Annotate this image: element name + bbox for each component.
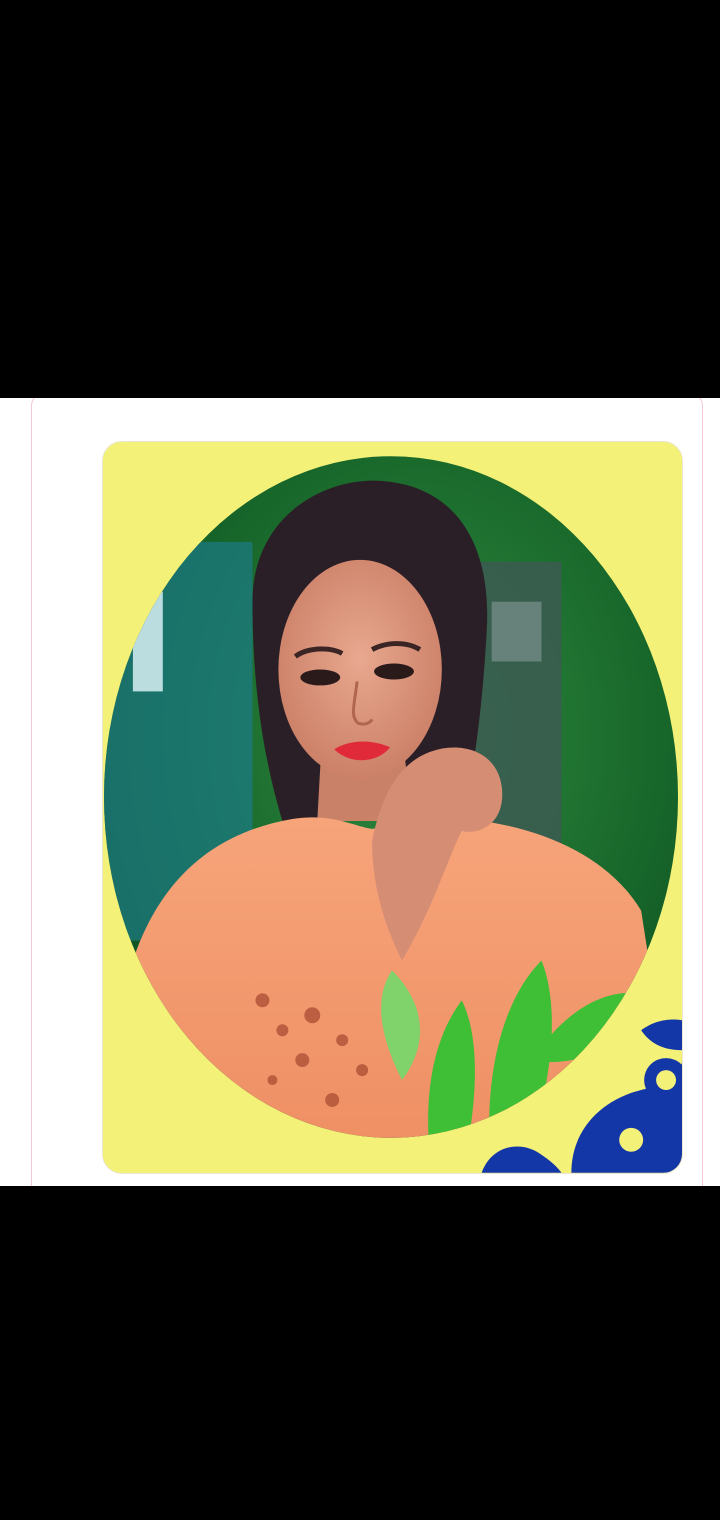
image-viewer [0,0,720,1520]
profile-photo[interactable] [102,441,683,1174]
portrait-image [103,442,682,1173]
content-area [0,398,720,1186]
